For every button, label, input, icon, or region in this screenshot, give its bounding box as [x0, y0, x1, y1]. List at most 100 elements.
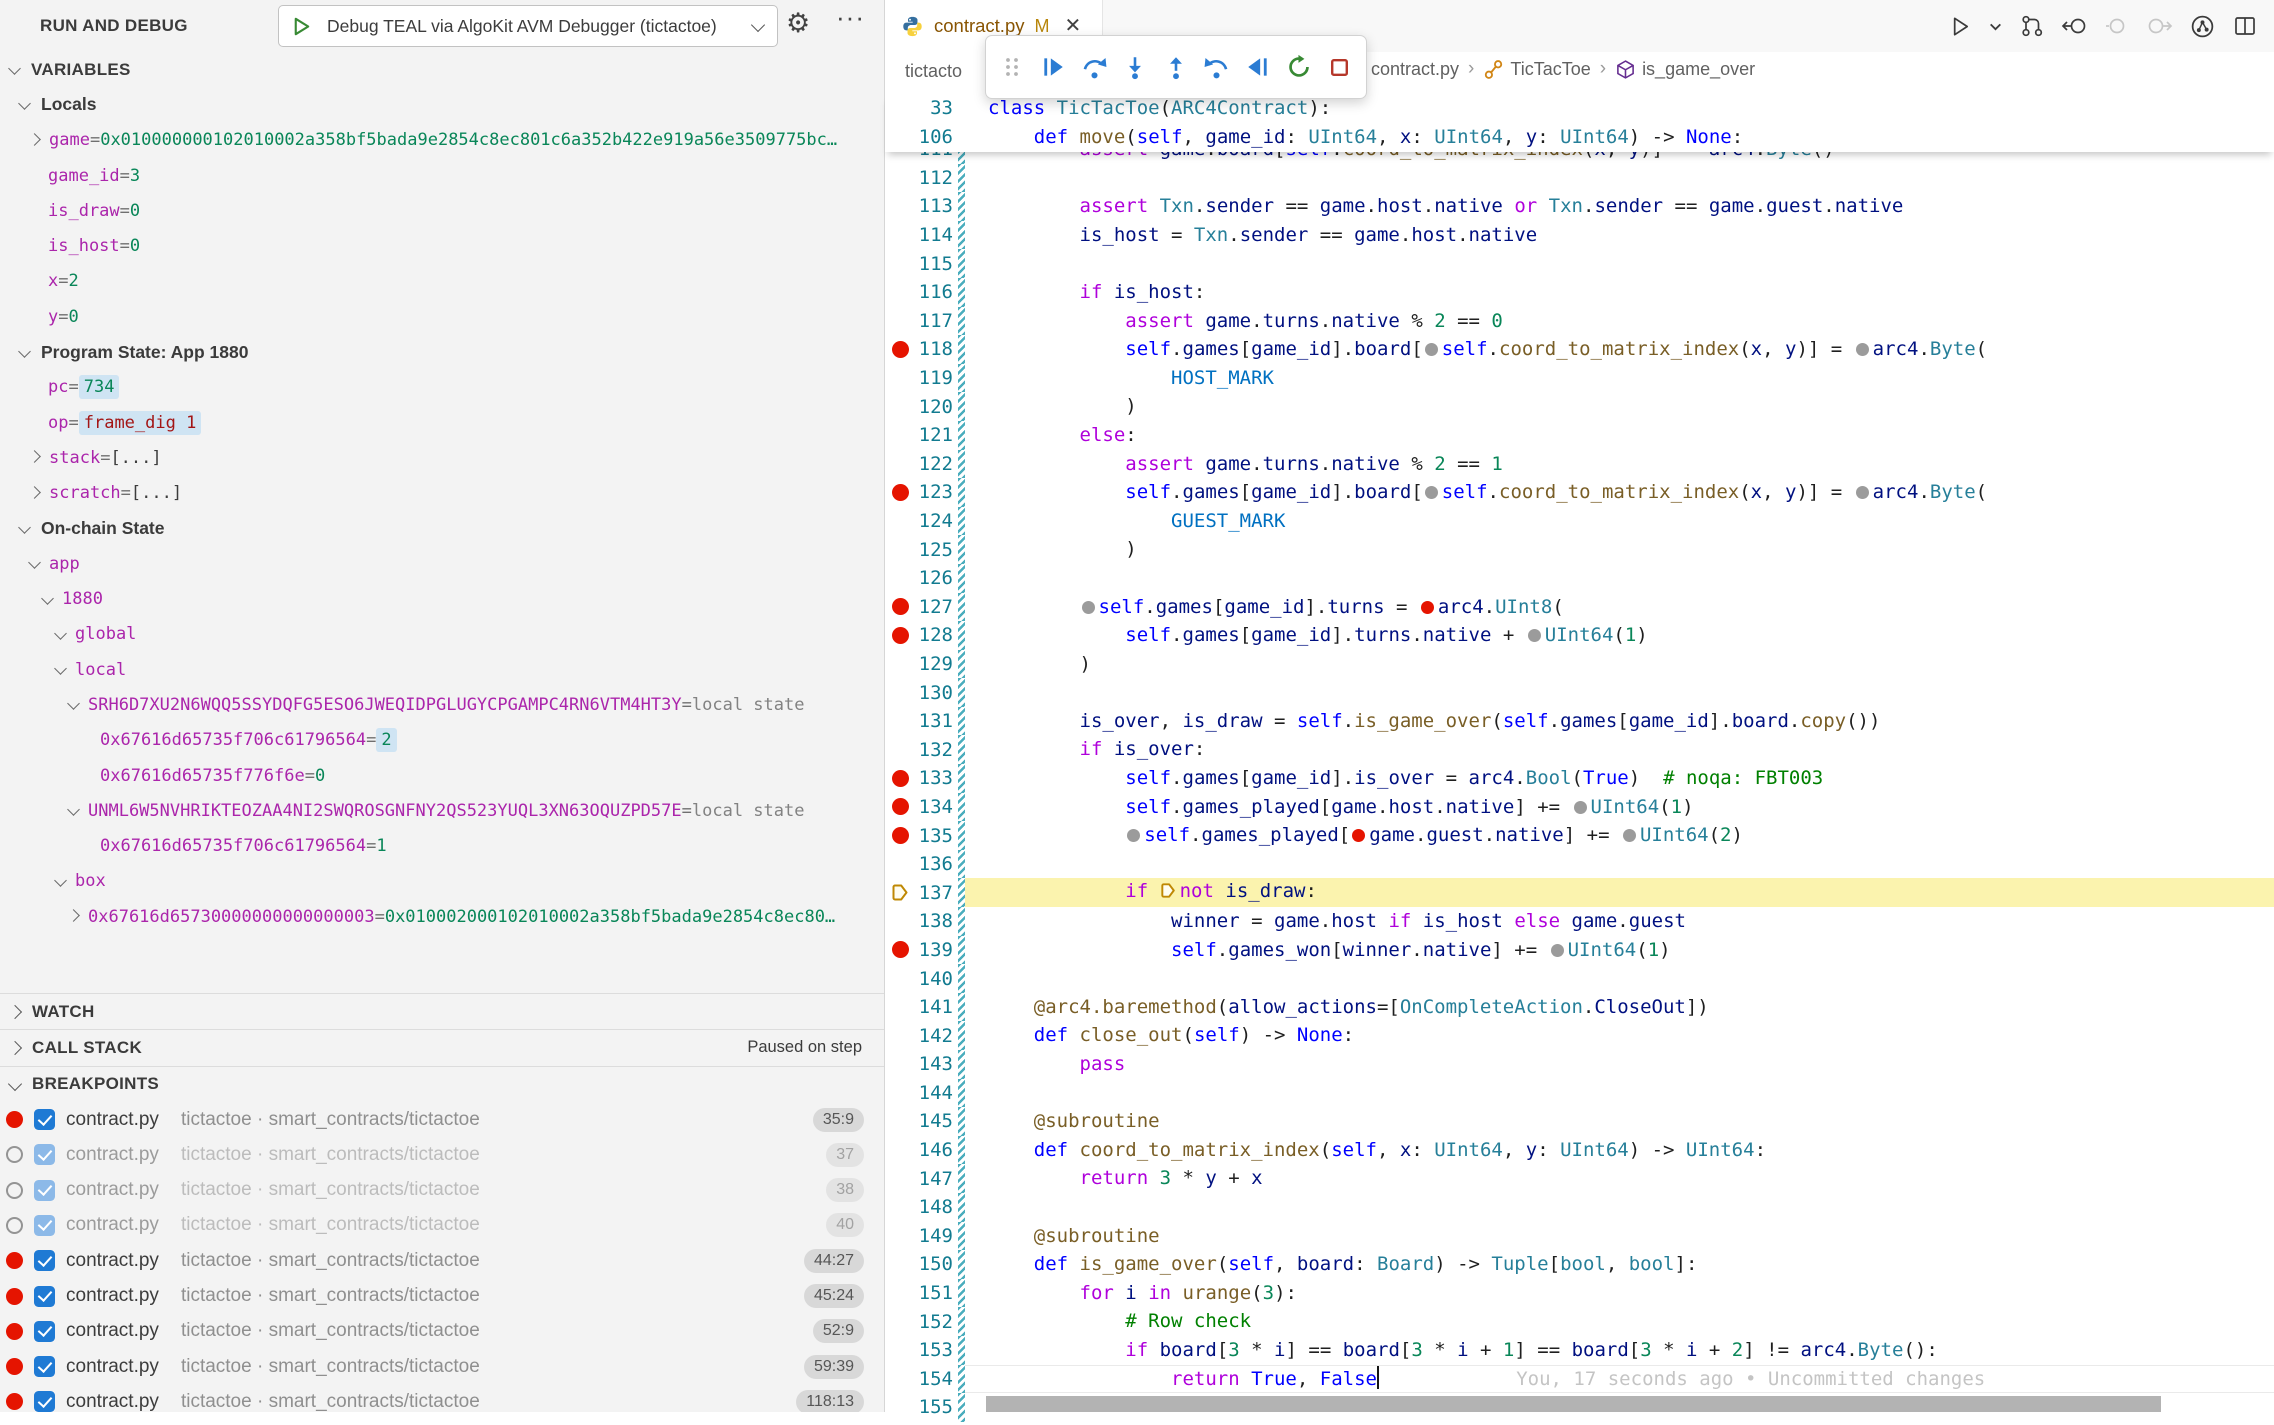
variable-row[interactable]: op = frame_dig 1 — [0, 405, 884, 440]
stop-button[interactable] — [1321, 45, 1357, 89]
breakpoint-gutter[interactable] — [885, 123, 915, 152]
breakpoint-gutter[interactable] — [885, 1079, 915, 1108]
code-line-content[interactable]: self.games_played[game.host.native] += U… — [965, 793, 2274, 822]
breakpoint-row[interactable]: contract.pytictactoe · smart_contracts/t… — [0, 1243, 884, 1278]
code-line[interactable]: 124 GUEST_MARK — [885, 507, 2274, 536]
code-line-content[interactable] — [965, 964, 2274, 993]
variable-row[interactable]: 0x67616d65735f776f6e = 0 — [0, 758, 884, 793]
breakpoint-gutter[interactable] — [885, 1307, 915, 1336]
code-line[interactable]: 134 self.games_played[game.host.native] … — [885, 793, 2274, 822]
variable-row[interactable]: game_id = 3 — [0, 158, 884, 193]
start-debug-icon[interactable] — [290, 15, 313, 38]
code-line-content[interactable]: return True, False You, 17 seconds ago •… — [965, 1365, 2274, 1394]
breakpoint-gutter[interactable] — [885, 707, 915, 736]
breakpoint-checkbox[interactable] — [34, 1321, 55, 1342]
run-icon[interactable] — [1947, 14, 1972, 39]
code-line[interactable]: 123 self.games[game_id].board[self.coord… — [885, 478, 2274, 507]
code-line-content[interactable] — [965, 1079, 2274, 1108]
breakpoint-gutter[interactable] — [885, 450, 915, 479]
code-line[interactable]: 117 assert game.turns.native % 2 == 0 — [885, 307, 2274, 336]
code-line[interactable]: 125 ) — [885, 535, 2274, 564]
continue-button[interactable] — [1035, 45, 1071, 89]
code-line-content[interactable]: HOST_MARK — [965, 364, 2274, 393]
breakpoint-row[interactable]: contract.pytictactoe · smart_contracts/t… — [0, 1137, 884, 1172]
code-line-content[interactable]: if not is_draw: — [965, 878, 2274, 907]
code-line[interactable]: 118 self.games[game_id].board[self.coord… — [885, 335, 2274, 364]
inline-breakpoint-candidate-icon[interactable] — [1528, 629, 1541, 642]
step-back-button[interactable] — [1199, 45, 1235, 89]
gear-icon[interactable]: ⚙ — [786, 8, 810, 39]
code-line[interactable]: 138 winner = game.host if is_host else g… — [885, 907, 2274, 936]
inline-breakpoint-candidate-icon[interactable] — [1856, 343, 1869, 356]
breadcrumb-item-contract-py[interactable]: contract.py — [1371, 59, 1459, 80]
inline-breakpoint-icon[interactable] — [1352, 829, 1365, 842]
breakpoints-section-header[interactable]: BREAKPOINTS — [0, 1066, 884, 1102]
breakpoint-gutter[interactable] — [885, 936, 915, 965]
code-line[interactable]: 139 self.games_won[winner.native] += UIn… — [885, 936, 2274, 965]
code-line[interactable]: 150 def is_game_over(self, board: Board)… — [885, 1250, 2274, 1279]
breakpoint-gutter[interactable] — [885, 535, 915, 564]
code-line[interactable]: 132 if is_over: — [885, 735, 2274, 764]
code-line-content[interactable] — [965, 1193, 2274, 1222]
code-line-content[interactable]: return 3 * y + x — [965, 1164, 2274, 1193]
code-line-content[interactable]: def is_game_over(self, board: Board) -> … — [965, 1250, 2274, 1279]
breakpoint-gutter[interactable] — [885, 593, 915, 622]
breadcrumb-truncated[interactable]: tictacto — [905, 61, 962, 82]
code-line[interactable]: 151 for i in urange(3): — [885, 1279, 2274, 1308]
breakpoint-gutter[interactable] — [885, 993, 915, 1022]
code-line[interactable]: 152 # Row check — [885, 1307, 2274, 1336]
breakpoint-gutter[interactable] — [885, 764, 915, 793]
sticky-code-line[interactable]: 106 def move(self, game_id: UInt64, x: U… — [885, 123, 2274, 152]
variables-subsection-header[interactable]: On-chain State — [0, 511, 884, 546]
code-line-content[interactable]: self.games[game_id].is_over = arc4.Bool(… — [965, 764, 2274, 793]
breakpoint-row[interactable]: contract.pytictactoe · smart_contracts/t… — [0, 1349, 884, 1384]
close-icon[interactable]: ✕ — [1065, 16, 1082, 36]
code-line[interactable]: 153 if board[3 * i] == board[3 * i + 1] … — [885, 1336, 2274, 1365]
code-line-content[interactable] — [965, 249, 2274, 278]
chevron-down-icon[interactable] — [54, 662, 67, 675]
breakpoint-checkbox[interactable] — [34, 1356, 55, 1377]
code-line[interactable]: 136 — [885, 850, 2274, 879]
variable-row[interactable]: pc = 734 — [0, 370, 884, 405]
variable-row[interactable]: is_host = 0 — [0, 228, 884, 263]
breakpoint-gutter[interactable] — [885, 478, 915, 507]
inline-breakpoint-candidate-icon[interactable] — [1425, 486, 1438, 499]
breakpoint-gutter[interactable] — [885, 421, 915, 450]
step-out-button[interactable] — [1158, 45, 1194, 89]
code-line-content[interactable] — [965, 164, 2274, 193]
variable-row[interactable]: x = 2 — [0, 264, 884, 299]
breakpoint-checkbox[interactable] — [34, 1215, 55, 1236]
breakpoint-row[interactable]: contract.pytictactoe · smart_contracts/t… — [0, 1314, 884, 1349]
code-line[interactable]: 129 ) — [885, 650, 2274, 679]
code-line[interactable]: 122 assert game.turns.native % 2 == 1 — [885, 450, 2274, 479]
variable-row[interactable]: UNML6W5NVHRIKTEOZAA4NI2SWQROSGNFNY2QS523… — [0, 793, 884, 828]
code-line[interactable]: 146 def coord_to_matrix_index(self, x: U… — [885, 1136, 2274, 1165]
breakpoint-gutter[interactable] — [885, 1336, 915, 1365]
breakpoint-gutter[interactable] — [885, 564, 915, 593]
breakpoint-gutter[interactable] — [885, 307, 915, 336]
code-line[interactable]: 112 — [885, 164, 2274, 193]
inline-breakpoint-candidate-icon[interactable] — [1856, 486, 1869, 499]
code-line-content[interactable]: ) — [965, 392, 2274, 421]
code-line-content[interactable]: self.games[game_id].turns = arc4.UInt8( — [965, 593, 2274, 622]
breakpoint-gutter[interactable] — [885, 1164, 915, 1193]
code-line[interactable]: 140 — [885, 964, 2274, 993]
breakpoint-gutter[interactable] — [885, 878, 915, 907]
horizontal-scrollbar[interactable] — [986, 1396, 2161, 1412]
more-actions-icon[interactable]: ··· — [836, 2, 865, 33]
variable-row[interactable]: 0x67616d65735f706c61796564 = 1 — [0, 829, 884, 864]
code-line[interactable]: 127 self.games[game_id].turns = arc4.UIn… — [885, 593, 2274, 622]
code-line-content[interactable]: assert Txn.sender == game.host.native or… — [965, 192, 2274, 221]
run-dropdown-icon[interactable] — [1988, 19, 2003, 34]
breakpoint-gutter[interactable] — [885, 1222, 915, 1251]
code-line[interactable]: 145 @subroutine — [885, 1107, 2274, 1136]
git-compare-icon[interactable] — [2019, 13, 2045, 39]
code-line[interactable]: 121 else: — [885, 421, 2274, 450]
breakpoint-checkbox[interactable] — [34, 1109, 55, 1130]
step-into-button[interactable] — [1117, 45, 1153, 89]
code-line-content[interactable]: self.games_won[winner.native] += UInt64(… — [965, 936, 2274, 965]
code-line-content[interactable]: pass — [965, 1050, 2274, 1079]
breakpoint-row[interactable]: contract.pytictactoe · smart_contracts/t… — [0, 1208, 884, 1243]
breakpoint-gutter[interactable] — [885, 793, 915, 822]
breakpoint-row[interactable]: contract.pytictactoe · smart_contracts/t… — [0, 1102, 884, 1137]
